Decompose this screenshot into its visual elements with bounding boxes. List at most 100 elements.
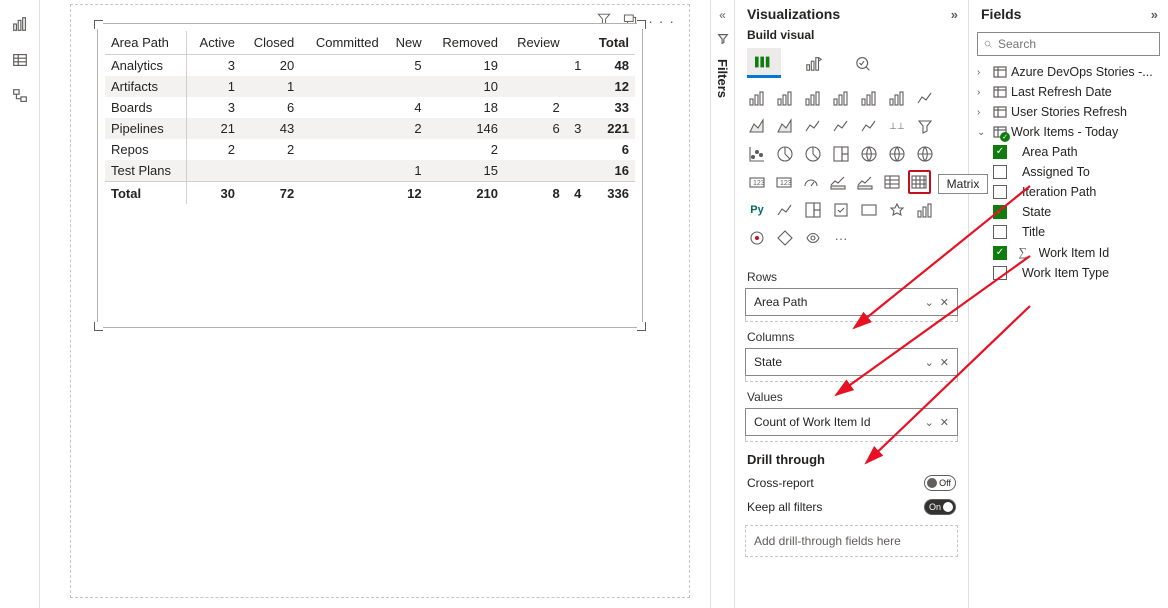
table-row[interactable]: Pipelines2143214663221 [105,118,635,139]
viz-icon[interactable] [857,114,881,138]
remove-icon[interactable]: ✕ [940,356,949,369]
field-area-path[interactable]: Area Path [991,142,1162,162]
remove-icon[interactable]: ✕ [940,416,949,429]
filters-label[interactable]: Filters [715,59,730,98]
cross-report-label: Cross-report [747,476,814,490]
values-well[interactable]: Count of Work Item Id ⌄✕ [745,408,958,436]
viz-icon[interactable] [801,226,825,250]
table-row[interactable]: Test Plans11516 [105,160,635,182]
viz-icon[interactable] [745,114,769,138]
chevron-down-icon[interactable]: ⌄ [925,416,934,429]
columns-well[interactable]: State ⌄✕ [745,348,958,376]
resize-handle[interactable] [94,322,103,331]
tab-build[interactable] [747,48,781,78]
visualizations-title: Visualizations [747,6,840,22]
checkbox-icon[interactable] [993,145,1007,159]
search-icon [984,37,992,51]
field-state[interactable]: State [991,202,1162,222]
field-assigned-to[interactable]: Assigned To [991,162,1162,182]
table-row[interactable]: Repos2226 [105,139,635,160]
viz-icon[interactable] [885,198,909,222]
tooltip: Matrix [938,174,989,194]
table-item[interactable]: ›Last Refresh Date [975,82,1162,102]
fields-tree: ›Azure DevOps Stories -... ›Last Refresh… [969,60,1168,285]
viz-icon[interactable] [745,86,769,110]
chevron-left-icon[interactable]: « [719,8,726,22]
viz-icon[interactable] [829,86,853,110]
checkbox-icon[interactable] [993,225,1007,239]
viz-icon[interactable] [829,114,853,138]
viz-icon[interactable] [801,142,825,166]
table-item[interactable]: ›User Stories Refresh [975,102,1162,122]
viz-icon[interactable] [857,142,881,166]
viz-icon[interactable] [826,170,849,194]
stacked-chart-icon[interactable] [0,6,40,42]
table-view-icon[interactable] [0,42,40,78]
viz-icon[interactable] [885,86,909,110]
chevron-right-icon[interactable]: » [951,7,958,22]
viz-icon[interactable] [881,170,904,194]
rows-well[interactable]: Area Path ⌄✕ [745,288,958,316]
model-view-icon[interactable] [0,78,40,114]
field-title[interactable]: Title [991,222,1162,242]
table-item-expanded[interactable]: ⌄ ✓ Work Items - Today [975,122,1162,142]
table-row[interactable]: Analytics320519148 [105,55,635,77]
field-work-item-type[interactable]: Work Item Type [991,263,1162,283]
more-options-icon[interactable]: · · · [648,13,675,29]
matrix-visual[interactable]: Area PathActiveClosedCommittedNewRemoved… [97,23,643,328]
filters-pane-collapsed[interactable]: « Filters [710,0,734,608]
viz-icon[interactable] [799,170,822,194]
viz-icon[interactable] [913,114,937,138]
field-work-item-id[interactable]: ∑ Work Item Id [991,242,1162,263]
chevron-right-icon[interactable]: » [1151,7,1158,22]
python-visual-icon[interactable]: Py [745,198,769,222]
viz-icon[interactable] [913,86,937,110]
viz-icon[interactable] [773,142,797,166]
table-row[interactable]: Boards36418233 [105,97,635,118]
tab-format[interactable] [797,48,831,78]
viz-icon[interactable] [829,142,853,166]
remove-icon[interactable]: ✕ [940,296,949,309]
checkbox-icon[interactable] [993,205,1007,219]
viz-icon[interactable] [885,142,909,166]
viz-icon[interactable]: 123 [745,170,768,194]
fields-search[interactable] [977,32,1160,56]
viz-icon[interactable] [801,114,825,138]
checkbox-icon[interactable] [993,165,1007,179]
viz-icon[interactable] [853,170,876,194]
viz-icon[interactable] [773,86,797,110]
viz-icon[interactable] [773,198,797,222]
viz-icon[interactable]: ··· [829,226,853,250]
search-input[interactable] [998,37,1153,51]
viz-icon[interactable] [801,198,825,222]
resize-handle[interactable] [637,322,646,331]
viz-icon[interactable] [913,198,937,222]
checkbox-icon[interactable] [993,185,1007,199]
drill-drop-area[interactable]: Add drill-through fields here [745,525,958,557]
cross-report-toggle[interactable]: Off [924,475,956,491]
viz-icon[interactable] [829,198,853,222]
viz-icon[interactable] [913,142,937,166]
viz-icon[interactable]: ⊥⊥ [885,114,909,138]
viz-icon[interactable] [745,226,769,250]
chevron-down-icon[interactable]: ⌄ [925,296,934,309]
viz-icon[interactable] [801,86,825,110]
viz-icon[interactable] [857,198,881,222]
checkbox-icon[interactable] [993,246,1007,260]
field-iteration-path[interactable]: Iteration Path [991,182,1162,202]
keep-filters-toggle[interactable]: On [924,499,956,515]
resize-handle[interactable] [94,20,103,29]
viz-icon[interactable] [773,226,797,250]
table-row[interactable]: Artifacts111012 [105,76,635,97]
matrix-viz-icon[interactable]: Matrix [908,170,931,194]
chevron-down-icon[interactable]: ⌄ [925,356,934,369]
report-canvas[interactable]: · · · Area PathActiveClosedCommittedNewR… [40,0,710,608]
viz-icon[interactable] [773,114,797,138]
viz-icon[interactable] [745,142,769,166]
tab-analytics[interactable] [847,48,881,78]
table-item[interactable]: ›Azure DevOps Stories -... [975,62,1162,82]
viz-icon[interactable]: 123 [772,170,795,194]
viz-icon[interactable] [857,86,881,110]
resize-handle[interactable] [637,20,646,29]
checkbox-icon[interactable] [993,266,1007,280]
